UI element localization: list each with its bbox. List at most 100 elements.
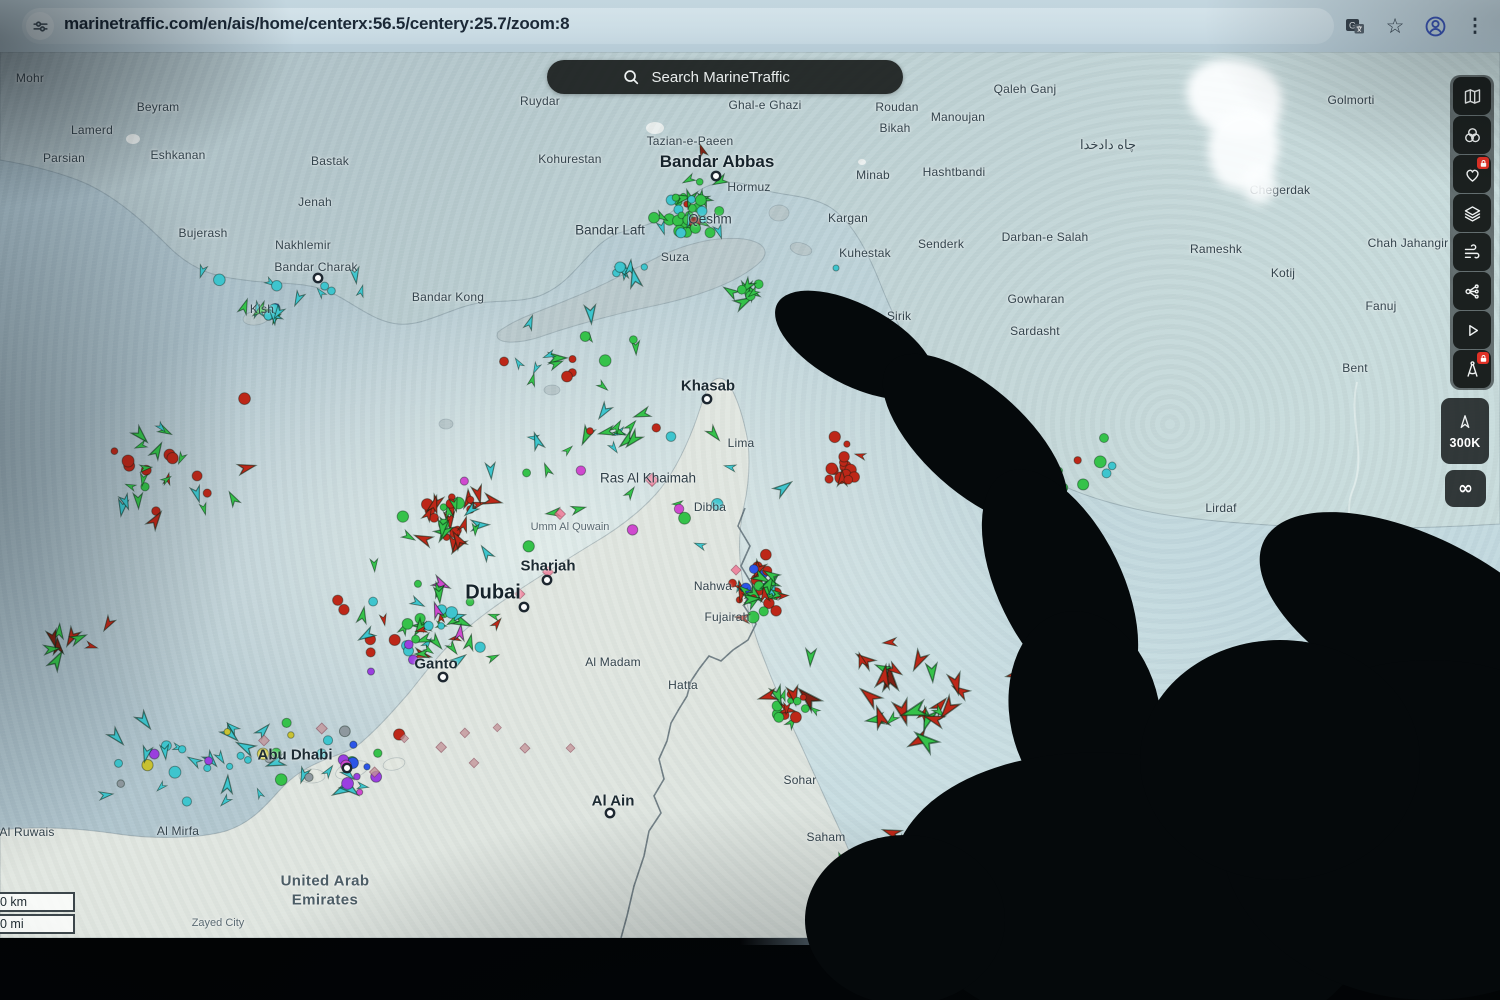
vessel-marker[interactable] [418,620,429,633]
vessel-marker[interactable] [415,613,425,623]
vessel-marker[interactable] [620,268,628,281]
vessel-marker[interactable] [543,567,554,578]
vessel-marker[interactable] [598,426,615,438]
toolbar-favorites-button[interactable] [1453,155,1491,193]
vessel-marker[interactable] [894,835,910,853]
vessel-marker[interactable] [460,477,468,485]
vessel-marker[interactable] [430,601,444,619]
vessel-marker[interactable] [119,494,133,511]
vessel-marker[interactable] [871,705,890,729]
vessel-marker[interactable] [734,612,750,623]
vessel-marker[interactable] [689,217,700,228]
vessel-marker[interactable] [357,782,369,791]
vessel-marker[interactable] [357,789,363,795]
search-input[interactable] [650,68,829,87]
vessel-marker[interactable] [808,705,820,716]
vessel-marker[interactable] [156,422,168,434]
vessel-marker[interactable] [932,705,947,720]
vessel-marker[interactable] [437,605,447,615]
vessel-marker[interactable] [449,529,467,550]
vessel-marker[interactable] [738,278,755,296]
vessel-marker[interactable] [415,633,432,646]
vessel-marker[interactable] [182,797,191,806]
vessel-marker[interactable] [445,616,458,628]
vessel-marker[interactable] [423,645,435,656]
vessel-marker[interactable] [1005,667,1026,682]
vessel-marker[interactable] [453,497,465,509]
vessel-marker[interactable] [530,431,545,450]
vessel-marker[interactable] [365,634,376,645]
vessel-marker[interactable] [1100,434,1109,443]
vessel-marker[interactable] [741,282,752,299]
vessel-marker[interactable] [778,592,789,599]
vessel-marker[interactable] [429,494,444,513]
vessel-marker[interactable] [1053,474,1062,483]
vessel-marker[interactable] [453,526,461,534]
vessel-marker[interactable] [347,757,358,768]
vessel-marker[interactable] [265,755,285,771]
vessel-marker[interactable] [755,588,763,596]
vessel-marker[interactable] [62,627,80,648]
vessel-marker[interactable] [761,576,780,590]
vessel-marker[interactable] [935,696,959,722]
vessel-marker[interactable] [577,426,594,447]
vessel-marker[interactable] [771,590,786,600]
vessel-marker[interactable] [483,494,503,508]
vessel-marker[interactable] [203,489,211,497]
vessel-marker[interactable] [641,264,647,270]
vessel-marker[interactable] [794,684,821,711]
vessel-marker[interactable] [696,178,703,185]
vessel-marker[interactable] [402,618,413,629]
vessel-marker[interactable] [1059,483,1068,492]
url-text[interactable]: marinetraffic.com/en/ais/home/centerx:56… [64,14,569,34]
vessel-marker[interactable] [657,221,668,236]
toolbar-layers-button[interactable] [1453,194,1491,232]
vessel-marker[interactable] [700,216,707,223]
vessel-marker[interactable] [441,611,448,618]
vessel-marker[interactable] [205,757,213,765]
vessel-marker[interactable] [438,623,445,630]
vessel-marker[interactable] [238,298,251,315]
vessel-marker[interactable] [164,449,175,460]
vessel-marker[interactable] [140,464,153,472]
vessel-marker[interactable] [763,584,773,594]
vessel-marker[interactable] [825,475,833,483]
vessel-marker[interactable] [491,616,504,630]
vessel-marker[interactable] [338,755,348,765]
vessel-marker[interactable] [323,736,332,745]
vessel-marker[interactable] [515,589,525,599]
vessel-marker[interactable] [1056,467,1063,474]
vessel-marker[interactable] [1267,866,1284,888]
vessel-marker[interactable] [141,465,151,475]
vessel-marker[interactable] [854,451,866,460]
toolbar-measure-button[interactable] [1453,350,1491,388]
vessel-marker[interactable] [371,771,382,782]
vessel-marker[interactable] [767,594,778,601]
vessel-marker[interactable] [684,201,690,207]
vessel-marker[interactable] [237,752,244,759]
vessel-marker[interactable] [527,373,537,387]
vessel-marker[interactable] [124,460,135,471]
vessel-marker[interactable] [673,215,684,226]
vessel-marker[interactable] [374,749,382,757]
vessel-marker[interactable] [800,694,806,700]
vessel-marker[interactable] [255,787,265,799]
vessel-marker[interactable] [790,712,801,723]
translate-icon[interactable]: G [1342,13,1368,39]
bookmark-star-icon[interactable]: ☆ [1382,13,1408,39]
vessel-marker[interactable] [214,274,226,286]
vessel-marker[interactable] [440,504,447,511]
vessel-marker[interactable] [220,724,241,744]
vessel-marker[interactable] [917,706,929,721]
vessel-marker[interactable] [597,380,610,392]
vessel-marker[interactable] [585,305,597,324]
vessel-marker[interactable] [430,513,439,522]
vessel-marker[interactable] [408,655,417,664]
vessel-marker[interactable] [683,190,697,209]
vessel-marker[interactable] [225,720,240,734]
vessel-marker[interactable] [460,728,470,738]
vessel-marker[interactable] [772,709,783,720]
vessel-marker[interactable] [487,611,499,620]
vessel-marker[interactable] [911,727,939,753]
vessel-marker[interactable] [444,512,456,531]
